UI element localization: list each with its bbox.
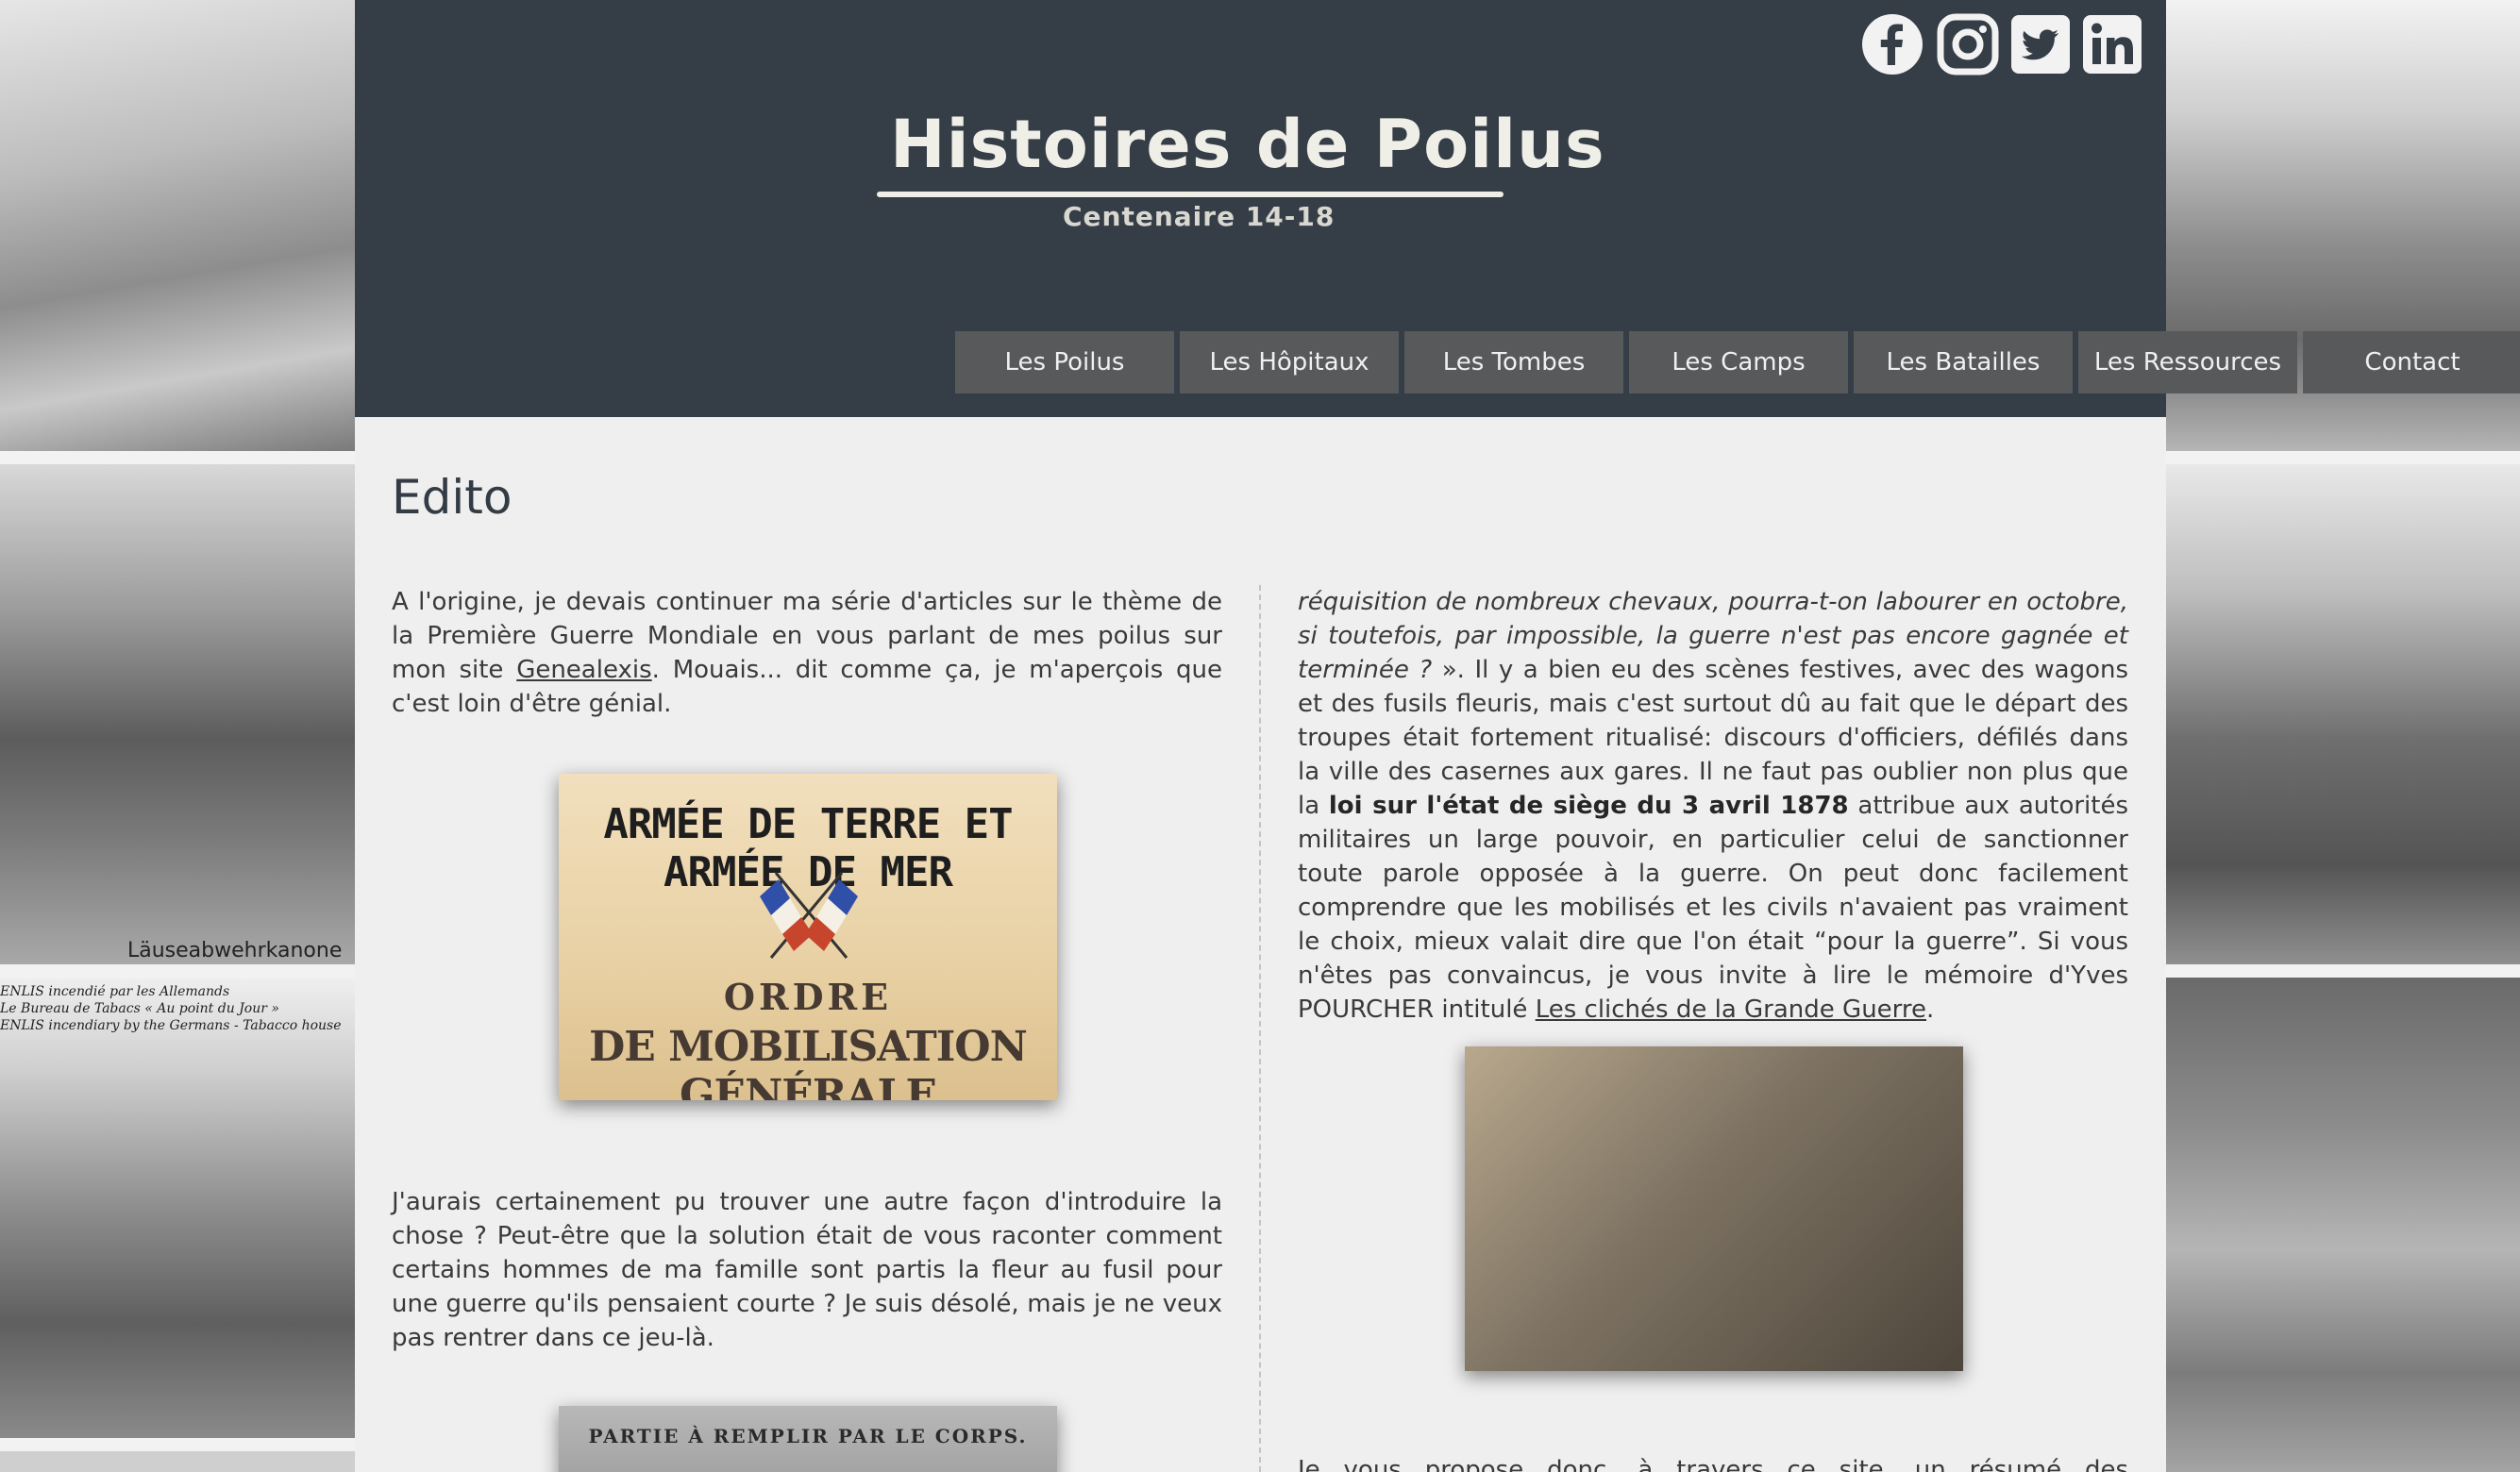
page-title: Edito	[392, 470, 512, 525]
instagram-icon[interactable]	[1937, 13, 1999, 75]
right-paragraph-1: réquisition de nombreux chevaux, pourra-…	[1298, 585, 2128, 1027]
nav-item-les-poilus[interactable]: Les Poilus	[955, 331, 1174, 393]
hospital-beds-photo	[2166, 978, 2520, 1472]
paragraph-text: attribue aux autorités militaires un lar…	[1298, 792, 2129, 1024]
troops-departure-photo	[1465, 1046, 1963, 1371]
right-photo-strip	[2166, 0, 2520, 1472]
french-flags-icon	[760, 872, 858, 959]
poster-line-2: ORDRE	[723, 976, 893, 1018]
ambulance-soldiers-photo: Läuseabwehrkanone	[0, 464, 355, 964]
mobilisation-form-image: PARTIE À REMPLIR PAR LE CORPS.	[559, 1406, 1057, 1472]
nav-item-les-tombes[interactable]: Les Tombes	[1404, 331, 1623, 393]
mobilisation-poster-image: ARMÉE DE TERRE ET ARMÉE DE MER ORDRE DE …	[559, 774, 1057, 1100]
left-paragraph-1: A l'origine, je devais continuer ma séri…	[392, 585, 1222, 721]
bold-text: loi sur l'état de siège du 3 avril 1878	[1328, 792, 1849, 820]
nav-item-contact[interactable]: Contact	[2303, 331, 2520, 393]
column-divider	[1259, 585, 1261, 1472]
twitter-icon[interactable]	[2009, 13, 2072, 75]
poster-line-3: DE MOBILISATION GÉNÉRALE	[589, 1023, 1028, 1100]
left-paragraph-2: J'aurais certainement pu trouver une aut…	[392, 1188, 1222, 1352]
logo-underline	[877, 192, 1504, 197]
facebook-icon[interactable]	[1861, 13, 1924, 75]
barracks-camp-photo	[2166, 464, 2520, 964]
nav-item-les-ressources[interactable]: Les Ressources	[2078, 331, 2297, 393]
nav-item-les-camps[interactable]: Les Camps	[1629, 331, 1848, 393]
genealexis-link[interactable]: Genealexis	[516, 656, 651, 684]
site-header: Histoires de Poilus Centenaire 14-18 Les…	[355, 0, 2520, 417]
ruined-village-photo	[0, 0, 355, 451]
right-paragraph-2: Je vous propose donc, à travers ce site,…	[1298, 1456, 2128, 1472]
nav-item-les-batailles[interactable]: Les Batailles	[1854, 331, 2073, 393]
senlis-street-photo: ENLIS incendié par les Allemands Le Burea…	[0, 978, 355, 1438]
main-content: Edito A l'origine, je devais continuer m…	[355, 417, 2166, 1472]
paragraph-text: .	[1926, 995, 1935, 1024]
left-photo-strip: Läuseabwehrkanone ENLIS incendié par les…	[0, 0, 355, 1472]
form-heading: PARTIE À REMPLIR PAR LE CORPS.	[588, 1425, 1028, 1447]
cliches-grande-guerre-link[interactable]: Les clichés de la Grande Guerre	[1536, 995, 1926, 1024]
nav-item-les-hopitaux[interactable]: Les Hôpitaux	[1180, 331, 1399, 393]
logo-title[interactable]: Histoires de Poilus	[890, 106, 1605, 183]
linkedin-icon[interactable]	[2081, 13, 2143, 75]
logo-subtitle: Centenaire 14-18	[1063, 201, 1336, 232]
main-nav: Les Poilus Les Hôpitaux Les Tombes Les C…	[955, 331, 2520, 393]
